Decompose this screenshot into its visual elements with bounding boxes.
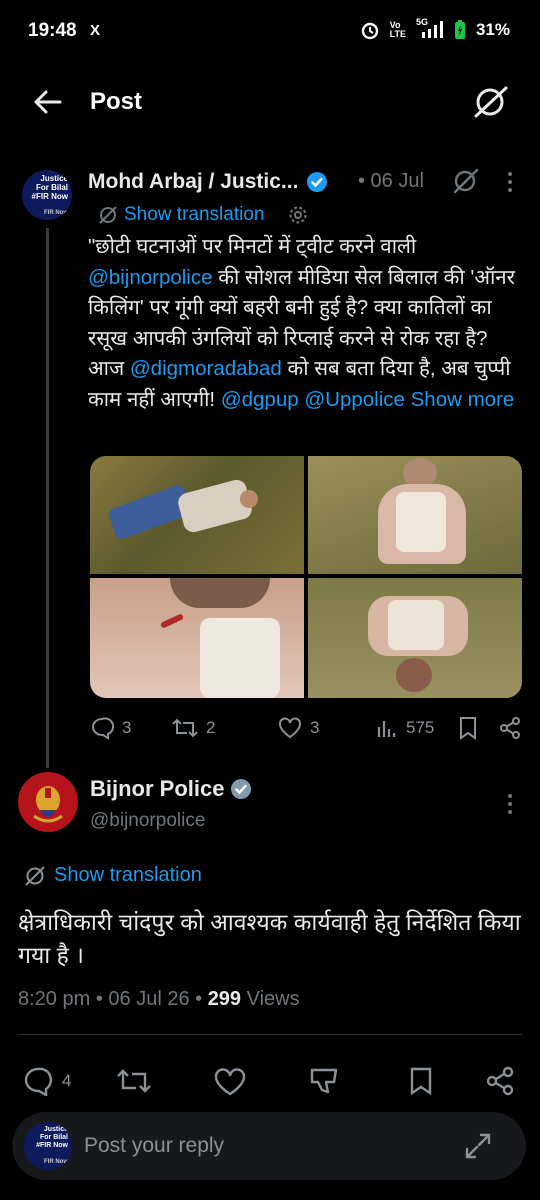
parent-action-bar: 3 2 3 575 xyxy=(88,714,528,742)
grok-icon[interactable] xyxy=(470,84,512,120)
reply-tweet-text: क्षेत्राधिकारी चांदपुर को आवश्यक कार्यवा… xyxy=(18,909,521,968)
reply-author-handle[interactable]: @bijnorpolice xyxy=(90,810,205,832)
divider xyxy=(18,1034,522,1035)
mention-link[interactable]: @digmoradabad xyxy=(130,357,282,380)
downvote-icon[interactable] xyxy=(308,1066,340,1096)
reply-more-options-icon[interactable] xyxy=(504,792,516,816)
parent-show-translation[interactable]: Show translation xyxy=(98,204,308,226)
battery-icon xyxy=(454,20,465,39)
mention-link[interactable]: @Uppolice xyxy=(304,388,405,411)
parent-author-label: Mohd Arbaj / Justic... xyxy=(88,170,299,193)
show-translation-label: Show translation xyxy=(54,864,202,886)
reply-button[interactable]: 3 xyxy=(90,716,131,740)
signal-icon: 5G xyxy=(416,18,444,40)
reply-count: 4 xyxy=(62,1071,72,1090)
reply-icon xyxy=(24,1067,53,1096)
reply-action-bar: 4 xyxy=(18,1060,522,1100)
avatar-text-line: #FIR Now xyxy=(31,192,68,201)
bookmark-icon[interactable] xyxy=(458,716,478,740)
volte-indicator: Vo LTE xyxy=(389,20,406,39)
avatar-text-line: #FIR Now xyxy=(36,1142,68,1149)
repost-icon xyxy=(172,718,198,738)
parent-tweet-text: "छोटी घटनाओं पर मिनटों में ट्वीट करने वा… xyxy=(88,232,528,415)
status-indicators: Vo LTE 5G 31% xyxy=(360,18,510,40)
bookmark-icon[interactable] xyxy=(408,1066,434,1096)
parent-author-name[interactable]: Mohd Arbaj / Justic... xyxy=(88,170,328,194)
media-photo-2[interactable] xyxy=(308,456,522,574)
page-title: Post xyxy=(90,88,143,115)
reply-author-name[interactable]: Bijnor Police xyxy=(90,776,252,802)
my-avatar: Justice For Bilal #FIR Now FIR Now xyxy=(24,1122,72,1170)
grok-translate-icon xyxy=(25,865,45,886)
share-icon[interactable] xyxy=(498,716,522,740)
battery-percent: 31% xyxy=(475,20,510,39)
views-chart-icon xyxy=(377,721,396,737)
reply-show-translation[interactable]: Show translation xyxy=(24,864,202,887)
thread-line xyxy=(46,228,49,768)
post-views-count: 299 xyxy=(207,988,242,1010)
repost-icon[interactable] xyxy=(116,1066,152,1096)
grok-small-icon[interactable] xyxy=(452,168,480,194)
avatar-text-line: Justice xyxy=(43,1126,68,1133)
reply-button[interactable]: 4 xyxy=(22,1066,71,1096)
avatar-text-line: FIR Now xyxy=(44,1159,68,1165)
views-button[interactable]: 575 xyxy=(376,717,434,739)
reply-meta: 8:20 pm • 06 Jul 26 • 299 Views xyxy=(18,988,300,1010)
reply-composer[interactable]: Justice For Bilal #FIR Now FIR Now Post … xyxy=(12,1112,526,1180)
avatar-text-line: For Bilal xyxy=(35,183,68,192)
media-photo-4[interactable] xyxy=(308,578,522,698)
status-time: 19:48 xyxy=(28,20,77,41)
avatar-text-line: FIR Now xyxy=(44,210,68,216)
mention-link[interactable]: @bijnorpolice xyxy=(88,266,213,289)
like-button[interactable]: 3 xyxy=(278,717,319,739)
police-emblem-icon xyxy=(33,786,63,823)
heart-icon xyxy=(279,717,301,739)
repost-count: 2 xyxy=(206,718,216,737)
reply-count: 3 xyxy=(122,718,132,737)
like-count: 3 xyxy=(310,718,320,737)
view-count: 575 xyxy=(406,718,435,737)
reply-input[interactable]: Post your reply xyxy=(84,1134,224,1158)
bijnor-police-avatar[interactable] xyxy=(18,772,78,832)
show-more-link[interactable]: Show more xyxy=(411,388,515,411)
post-date: 06 Jul 26 xyxy=(108,988,190,1010)
media-photo-3[interactable] xyxy=(90,578,304,698)
grok-translate-icon xyxy=(99,206,117,224)
back-arrow-icon[interactable] xyxy=(30,84,66,120)
verified-badge-icon xyxy=(307,172,328,192)
gray-verified-badge-icon xyxy=(231,779,252,799)
parent-avatar[interactable]: Justice For Bilal #FIR Now FIR Now xyxy=(22,170,72,220)
parent-date: • 06 Jul xyxy=(358,170,424,192)
mention-link[interactable]: @dgpup xyxy=(221,388,299,411)
settings-gear-icon[interactable] xyxy=(288,205,308,225)
repost-button[interactable]: 2 xyxy=(172,716,215,740)
post-views-label: Views xyxy=(246,988,300,1010)
more-options-icon[interactable] xyxy=(504,170,516,194)
tweet-text-segment: "छोटी घटनाओं पर मिनटों में ट्वीट करने वा… xyxy=(88,235,417,258)
avatar-text-line: Justice xyxy=(40,174,68,183)
x-notification-icon: X xyxy=(90,22,101,39)
media-photo-1[interactable] xyxy=(90,456,304,574)
avatar-text-line: For Bilal xyxy=(39,1134,68,1141)
expand-icon[interactable] xyxy=(462,1130,494,1162)
heart-icon[interactable] xyxy=(214,1068,246,1096)
reply-icon xyxy=(92,717,114,740)
alarm-icon xyxy=(361,22,378,40)
post-time: 8:20 pm xyxy=(18,988,91,1010)
show-translation-label: Show translation xyxy=(124,204,265,225)
status-bar: 19:48 X Vo LTE 5G 31% xyxy=(0,0,540,64)
reply-author-label: Bijnor Police xyxy=(90,776,225,801)
share-icon[interactable] xyxy=(484,1066,516,1096)
